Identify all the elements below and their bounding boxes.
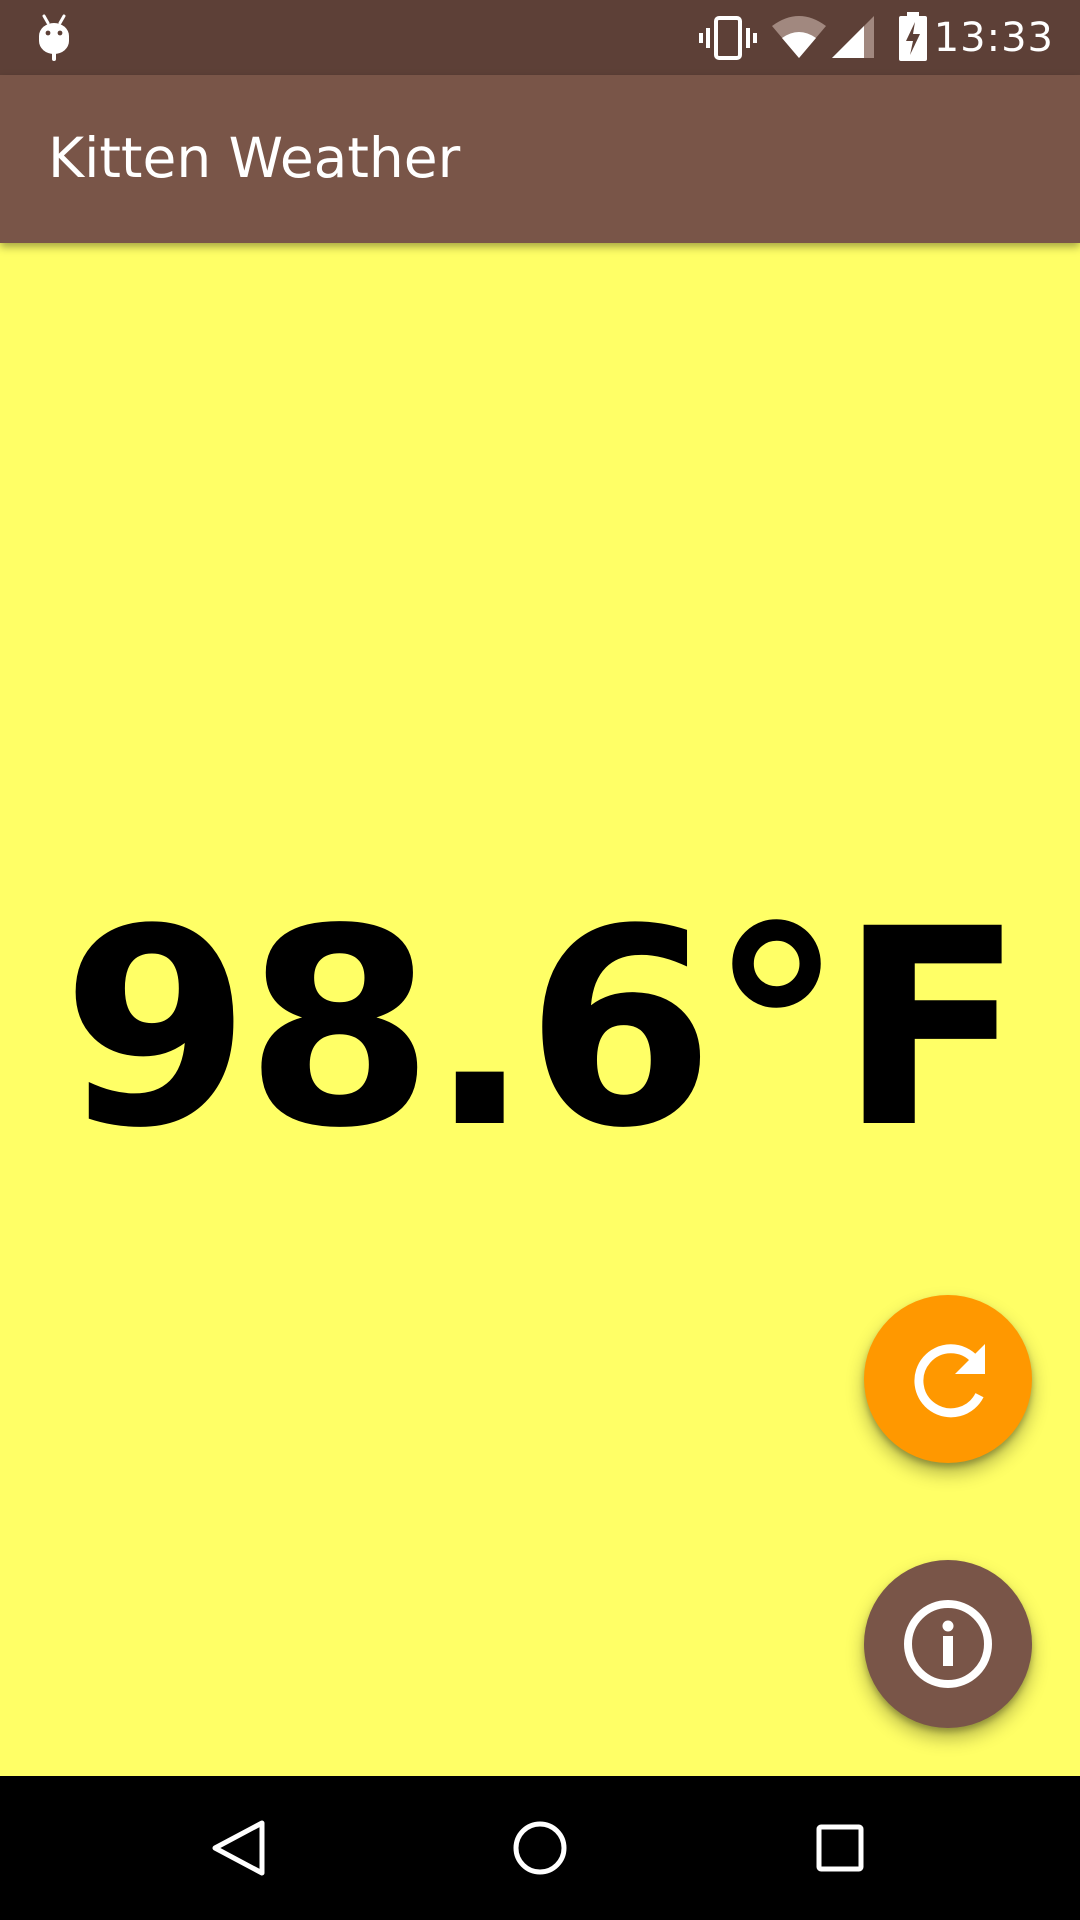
info-button[interactable] [864,1560,1032,1728]
screen: 13:33 Kitten Weather 98.6°F [0,0,1080,1920]
battery-charging-icon [899,12,927,61]
back-icon [212,1820,265,1876]
temperature-display: 98.6°F [61,872,1025,1188]
navigation-bar [0,1776,1080,1920]
info-icon [904,1600,992,1688]
wifi-icon [772,16,826,58]
recents-icon [816,1824,864,1872]
refresh-icon [914,1344,985,1418]
back-button[interactable] [192,1800,288,1896]
android-debug-icon [39,14,69,61]
home-icon [513,1821,567,1875]
vibrate-icon [699,16,757,60]
app-bar: Kitten Weather [0,75,1080,243]
status-bar: 13:33 [0,0,1080,75]
app-title: Kitten Weather [48,126,461,190]
recents-button[interactable] [792,1800,888,1896]
home-button[interactable] [492,1800,588,1896]
refresh-button[interactable] [864,1295,1032,1463]
status-time: 13:33 [933,15,1054,61]
cell-signal-icon [832,16,874,58]
